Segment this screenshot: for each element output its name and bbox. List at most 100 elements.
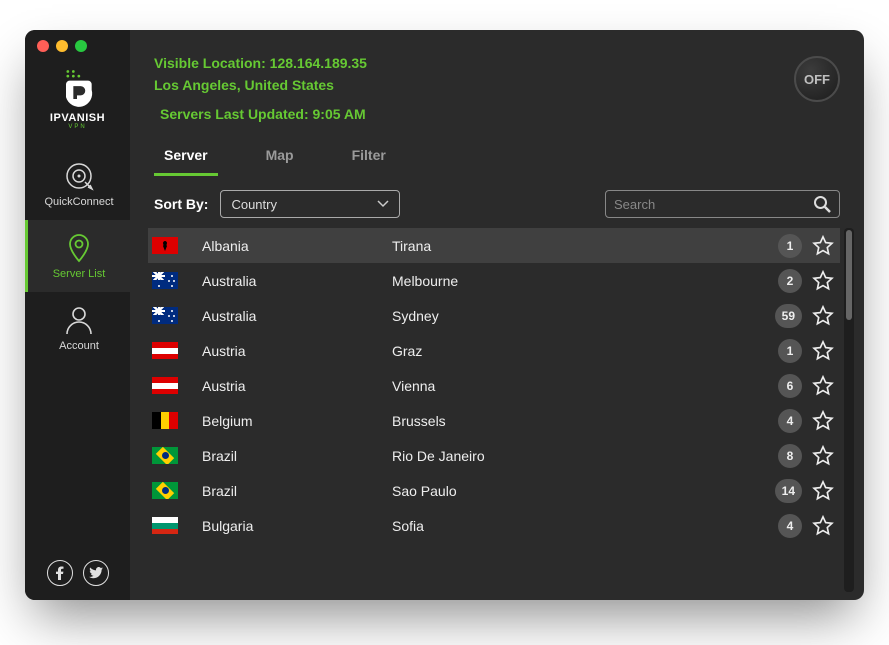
star-icon[interactable] [812,480,834,502]
nav-label: Account [59,340,99,352]
table-row[interactable]: BrazilSao Paulo14 [148,473,840,508]
filters: Sort By: Country [130,176,864,228]
city-cell: Brussels [392,413,778,429]
country-cell: Albania [202,238,392,254]
country-cell: Austria [202,378,392,394]
logo-icon [55,66,99,110]
country-cell: Bulgaria [202,518,392,534]
close-dot[interactable] [37,40,49,52]
search-icon [813,195,831,213]
city-cell: Vienna [392,378,778,394]
nav-quickconnect[interactable]: QuickConnect [25,148,130,220]
table-row[interactable]: AustriaVienna6 [148,368,840,403]
country-cell: Austria [202,343,392,359]
city-cell: Sao Paulo [392,483,775,499]
city-cell: Rio De Janeiro [392,448,778,464]
brand-logo: IPVANISH VPN [50,66,105,130]
city-cell: Sydney [392,308,775,324]
servers-updated-label: Servers Last Updated: [160,106,309,122]
pin-icon [63,232,95,264]
star-icon[interactable] [812,515,834,537]
nav-label: Server List [53,268,106,280]
sort-dropdown[interactable]: Country [220,190,400,218]
city-country: Los Angeles, United States [154,74,367,96]
server-count-badge: 2 [778,269,802,293]
country-cell: Australia [202,308,392,324]
sort-value: Country [231,197,277,212]
nav-label: QuickConnect [44,196,113,208]
table-row[interactable]: BrazilRio De Janeiro8 [148,438,840,473]
ip-address: 128.164.189.35 [270,55,367,71]
scroll-thumb[interactable] [846,230,852,320]
server-count-badge: 8 [778,444,802,468]
star-icon[interactable] [812,340,834,362]
user-icon [63,304,95,336]
flag-icon [152,272,178,289]
scrollbar[interactable] [844,228,854,592]
table-row[interactable]: AustraliaMelbourne2 [148,263,840,298]
server-count-badge: 59 [775,304,802,328]
server-count-badge: 14 [775,479,802,503]
table-row[interactable]: AustraliaSydney59 [148,298,840,333]
minimize-dot[interactable] [56,40,68,52]
star-icon[interactable] [812,375,834,397]
flag-icon [152,482,178,499]
star-icon[interactable] [812,305,834,327]
flag-icon [152,377,178,394]
brand-sub: VPN [68,124,86,130]
twitter-icon[interactable] [83,560,109,586]
table-row[interactable]: AustriaGraz1 [148,333,840,368]
star-icon[interactable] [812,270,834,292]
app-window: IPVANISH VPN QuickConnect Server List [25,30,864,600]
country-cell: Australia [202,273,392,289]
server-count-badge: 4 [778,409,802,433]
connect-toggle[interactable]: OFF [794,56,840,102]
server-list: AlbaniaTirana1AustraliaMelbourne2Austral… [148,228,840,592]
tab-server[interactable]: Server [154,141,218,176]
nav-serverlist[interactable]: Server List [25,220,130,292]
maximize-dot[interactable] [75,40,87,52]
table-row[interactable]: BulgariaSofia4 [148,508,840,543]
sidebar: IPVANISH VPN QuickConnect Server List [25,30,130,600]
servers-updated-time: 9:05 AM [313,106,366,122]
flag-icon [152,307,178,324]
target-icon [63,160,95,192]
server-count-badge: 6 [778,374,802,398]
main: Visible Location: 128.164.189.35 Los Ang… [130,30,864,600]
chevron-down-icon [377,200,389,208]
server-count-badge: 4 [778,514,802,538]
star-icon[interactable] [812,410,834,432]
tab-filter[interactable]: Filter [342,141,396,176]
off-label: OFF [804,72,830,87]
country-cell: Brazil [202,483,392,499]
window-controls [37,40,87,52]
facebook-icon[interactable] [47,560,73,586]
sort-label: Sort By: [154,196,208,212]
server-list-wrap: AlbaniaTirana1AustraliaMelbourne2Austral… [130,228,864,600]
table-row[interactable]: AlbaniaTirana1 [148,228,840,263]
flag-icon [152,342,178,359]
country-cell: Belgium [202,413,392,429]
social-links [25,560,130,586]
header: Visible Location: 128.164.189.35 Los Ang… [130,30,864,133]
city-cell: Melbourne [392,273,778,289]
location-label: Visible Location: [154,55,266,71]
flag-icon [152,237,178,254]
star-icon[interactable] [812,235,834,257]
brand-name: IPVANISH [50,112,105,124]
city-cell: Tirana [392,238,778,254]
tabs: Server Map Filter [130,133,864,176]
search-box[interactable] [605,190,840,218]
search-input[interactable] [614,197,813,212]
flag-icon [152,447,178,464]
city-cell: Graz [392,343,778,359]
server-count-badge: 1 [778,339,802,363]
tab-map[interactable]: Map [256,141,304,176]
nav-account[interactable]: Account [25,292,130,364]
server-count-badge: 1 [778,234,802,258]
flag-icon [152,412,178,429]
table-row[interactable]: BelgiumBrussels4 [148,403,840,438]
star-icon[interactable] [812,445,834,467]
header-info: Visible Location: 128.164.189.35 Los Ang… [154,52,367,125]
nav: QuickConnect Server List Account [25,148,130,364]
